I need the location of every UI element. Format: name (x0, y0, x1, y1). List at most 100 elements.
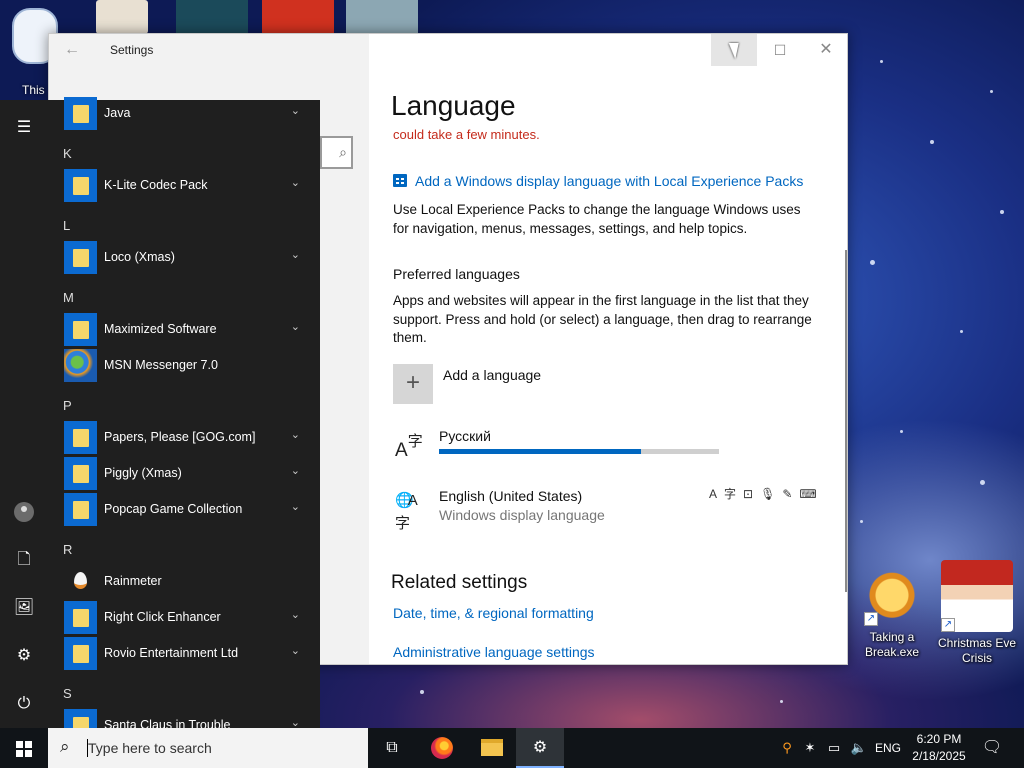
pictures-icon[interactable]: 🖼 (0, 586, 48, 630)
desktop-icon-partial[interactable] (96, 0, 166, 34)
app-name: Rovio Entertainment Ltd (104, 646, 239, 660)
language-subtitle: Windows display language (439, 507, 605, 523)
network-icon[interactable]: ▭ (824, 728, 844, 768)
language-download-progress (439, 449, 719, 454)
app-name: Popcap Game Collection (104, 502, 243, 516)
letter-header-m[interactable]: M (63, 290, 74, 305)
preferred-languages-description: Apps and websites will appear in the fir… (393, 293, 812, 345)
task-view-icon[interactable]: ⧉ (368, 728, 416, 768)
app-name: K-Lite Codec Pack (104, 178, 208, 192)
gear-warning-icon: ↗ (864, 570, 920, 626)
taskbar-search-box[interactable]: ⌕ Type here to search (48, 728, 368, 768)
tray-app-icon[interactable]: ⚲ (776, 728, 798, 768)
language-features: A字⊡🎙✎⌨ (709, 485, 824, 502)
folder-icon (64, 457, 97, 490)
back-arrow-icon[interactable]: ← (59, 38, 85, 62)
documents-icon[interactable]: 🗋 (0, 538, 48, 582)
game-icon (346, 0, 418, 34)
app-list-item[interactable]: Piggly (Xmas) ⌄ (64, 457, 312, 491)
volume-icon[interactable]: 🔈 (848, 728, 870, 768)
letter-header-s[interactable]: S (63, 686, 72, 701)
action-center-icon[interactable]: 🗨 (978, 728, 1006, 768)
store-icon (393, 174, 407, 187)
clock-time: 6:20 PM (916, 732, 962, 746)
avatar-icon (14, 501, 34, 522)
app-list-item[interactable]: Rovio Entertainment Ltd ⌄ (64, 637, 312, 671)
app-list-item[interactable]: Rainmeter (64, 565, 312, 599)
windows-logo-icon (16, 740, 32, 757)
start-button[interactable] (0, 728, 48, 768)
desktop-icon-partial[interactable] (346, 0, 418, 34)
taskbar: ⌕ Type here to search ⧉ ⚙ ⚲ ✶ ▭ 🔈 ENG 6:… (0, 728, 1024, 768)
user-account-button[interactable] (0, 490, 48, 534)
hamburger-menu-icon[interactable]: ☰ (0, 106, 48, 150)
progress-fill (439, 449, 641, 454)
snowflake (960, 330, 963, 333)
local-experience-packs-link[interactable]: Add a Windows display language with Loca… (393, 173, 803, 189)
app-list-item[interactable]: Papers, Please [GOG.com] ⌄ (64, 421, 312, 455)
related-settings-heading: Related settings (391, 572, 528, 593)
letter-header-l[interactable]: L (63, 218, 70, 233)
settings-taskbar-icon[interactable]: ⚙ (516, 728, 564, 768)
app-list-item[interactable]: Right Click Enhancer ⌄ (64, 601, 312, 635)
desktop-icon-partial[interactable] (262, 0, 334, 34)
window-title: Settings (110, 43, 154, 57)
app-list-item[interactable]: Maximized Software ⌄ (64, 313, 312, 347)
app-list-item[interactable]: Java ⌄ (64, 97, 312, 131)
chevron-down-icon: ⌄ (290, 645, 300, 657)
this-pc-label: This (22, 83, 45, 97)
snowflake (780, 700, 783, 703)
power-icon[interactable]: ⏻ (0, 682, 48, 726)
chevron-down-icon: ⌄ (290, 177, 300, 189)
snowflake (930, 140, 934, 144)
language-page: Language could take a few minutes. Add a… (391, 34, 847, 664)
settings-gear-icon[interactable]: ⚙ (0, 634, 48, 678)
search-icon: ⌕ (339, 144, 347, 160)
folder-icon (64, 601, 97, 634)
letter-header-r[interactable]: R (63, 542, 72, 557)
search-icon: ⌕ (60, 737, 70, 756)
app-list-item[interactable]: Santa Claus in Trouble ⌄ (64, 709, 312, 728)
app-list-item[interactable]: Popcap Game Collection ⌄ (64, 493, 312, 527)
snowflake (900, 430, 903, 433)
file-explorer-icon[interactable] (468, 728, 516, 768)
letter-header-k[interactable]: K (63, 146, 72, 161)
app-list-item[interactable]: Loco (Xmas) ⌄ (64, 241, 312, 275)
firefox-icon[interactable] (418, 728, 466, 768)
add-language-label[interactable]: Add a language (443, 367, 541, 383)
clock-date: 2/18/2025 (912, 749, 966, 763)
folder-icon (64, 313, 97, 346)
desktop-icon-christmas-eve-crisis[interactable]: ↗ Christmas Eve Crisis (936, 560, 1018, 666)
lep-description: Use Local Experience Packs to change the… (393, 202, 801, 236)
app-name: Loco (Xmas) (104, 250, 175, 264)
start-rail: ☰ 🗋 🖼 ⚙ ⏻ (0, 100, 48, 728)
santa-icon: ↗ (941, 560, 1013, 632)
game-icon (176, 0, 248, 34)
input-language-indicator[interactable]: ENG (872, 728, 904, 768)
taskbar-clock[interactable]: 6:20 PM 2/18/2025 (906, 731, 972, 765)
app-name: Papers, Please [GOG.com] (104, 430, 256, 444)
letter-header-p[interactable]: P (63, 398, 72, 413)
app-list-item[interactable]: K-Lite Codec Pack ⌄ (64, 169, 312, 203)
snowflake (880, 60, 883, 63)
shortcut-arrow-icon: ↗ (864, 612, 878, 626)
game-icon (262, 0, 334, 34)
administrative-language-link[interactable]: Administrative language settings (393, 644, 595, 660)
chevron-down-icon: ⌄ (290, 501, 300, 513)
desktop-icon-taking-a-break[interactable]: ↗ Taking a Break.exe (851, 570, 933, 660)
language-icon: A字 (395, 433, 423, 461)
app-list-item[interactable]: MSN Messenger 7.0 (64, 349, 312, 383)
microphone-icon: 🎙 (760, 487, 783, 501)
date-time-regional-link[interactable]: Date, time, & regional formatting (393, 605, 594, 621)
app-name: Java (104, 106, 131, 120)
tray-star-icon[interactable]: ✶ (800, 728, 820, 768)
scrollbar[interactable] (845, 250, 847, 592)
msn-icon (64, 349, 97, 382)
add-language-button[interactable]: + (393, 364, 433, 404)
folder-icon (64, 421, 97, 454)
snowflake (870, 260, 875, 265)
page-title: Language (391, 90, 516, 121)
text-to-speech-icon: ⊡ (743, 487, 761, 501)
find-setting-search[interactable]: ⌕ (320, 136, 353, 169)
desktop-icon-partial[interactable] (176, 0, 248, 34)
